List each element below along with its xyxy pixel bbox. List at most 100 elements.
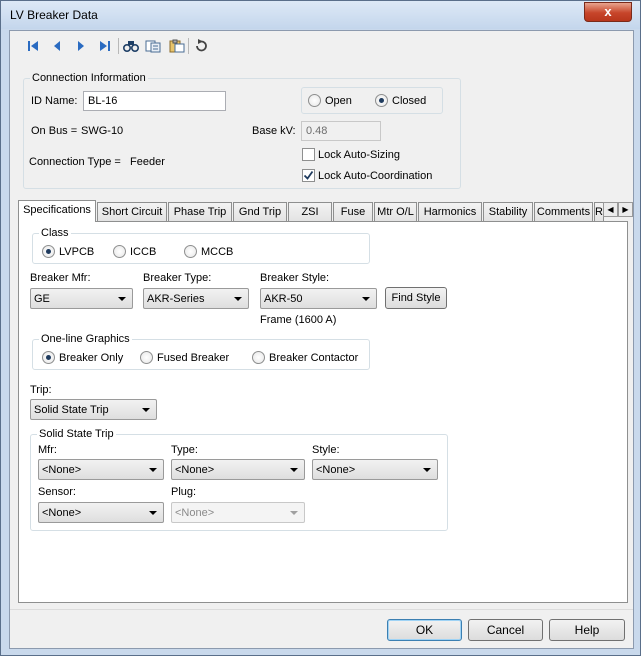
base-kv-field: 0.48 (301, 121, 381, 141)
sst-plug-select: <None> (171, 502, 305, 523)
class-iccb-radio[interactable]: ICCB (113, 245, 156, 258)
breaker-style-value: AKR-50 (264, 293, 303, 305)
find-style-button[interactable]: Find Style (385, 287, 447, 309)
radio-dot (42, 351, 55, 364)
radio-dot (42, 245, 55, 258)
sst-style-label: Style: (312, 444, 340, 456)
chevron-down-icon (423, 468, 431, 472)
last-record-icon[interactable] (96, 37, 114, 55)
state-open-label: Open (325, 94, 352, 107)
sst-style-select[interactable]: <None> (312, 459, 438, 480)
check-mark-icon (302, 169, 315, 182)
class-lvpcb-label: LVPCB (59, 245, 95, 258)
previous-record-icon[interactable] (48, 37, 66, 55)
sst-sensor-label: Sensor: (38, 486, 76, 498)
tab-gnd-trip[interactable]: Gnd Trip (233, 202, 287, 221)
state-open-radio[interactable]: Open (308, 94, 352, 107)
frame-rating: Frame (1600 A) (260, 314, 337, 326)
state-closed-radio[interactable]: Closed (375, 94, 426, 107)
chevron-down-icon (234, 297, 242, 301)
chevron-down-icon (142, 408, 150, 412)
on-bus-value: SWG-10 (81, 125, 124, 137)
tab-scroll-right-icon[interactable]: ▶ (618, 202, 633, 217)
chevron-down-icon (149, 511, 157, 515)
tab-fuse[interactable]: Fuse (333, 202, 373, 221)
sst-type-select[interactable]: <None> (171, 459, 305, 480)
sst-mfr-select[interactable]: <None> (38, 459, 164, 480)
breaker-style-label: Breaker Style: (260, 272, 330, 284)
checkbox-box (302, 148, 315, 161)
sst-sensor-select[interactable]: <None> (38, 502, 164, 523)
breaker-style-select[interactable]: AKR-50 (260, 288, 377, 309)
next-record-icon[interactable] (72, 37, 90, 55)
window-title: LV Breaker Data (10, 8, 98, 22)
breaker-only-radio[interactable]: Breaker Only (42, 351, 123, 364)
connection-type-label: Connection Type = (29, 156, 121, 168)
sst-type-label: Type: (171, 444, 198, 456)
radio-dot (308, 94, 321, 107)
class-iccb-label: ICCB (130, 245, 157, 258)
connection-type-value: Feeder (130, 156, 165, 168)
breaker-type-select[interactable]: AKR-Series (143, 288, 249, 309)
breaker-only-label: Breaker Only (59, 351, 124, 364)
class-mccb-label: MCCB (201, 245, 234, 258)
sst-plug-value: <None> (175, 507, 215, 519)
specifications-panel: Class LVPCB ICCB MCCB Breaker Mfr: GE Br… (18, 221, 628, 603)
dialog-button-bar: OK Cancel Help (10, 609, 633, 649)
sst-style-value: <None> (316, 464, 356, 476)
toolbar-separator (188, 38, 189, 54)
sst-mfr-label: Mfr: (38, 444, 57, 456)
radio-dot (184, 245, 197, 258)
tab-zsi[interactable]: ZSI (288, 202, 332, 221)
help-button[interactable]: Help (549, 619, 625, 641)
tab-phase-trip[interactable]: Phase Trip (168, 202, 232, 221)
id-name-field[interactable]: BL-16 (83, 91, 226, 111)
undo-icon[interactable] (192, 37, 210, 55)
close-button[interactable]: x (584, 2, 632, 22)
id-name-label: ID Name: (31, 95, 78, 107)
find-icon[interactable] (122, 37, 140, 55)
sst-type-value: <None> (175, 464, 215, 476)
dialog-client: Connection Information ID Name: BL-16 On… (9, 30, 634, 649)
lock-auto-coordination-label: Lock Auto-Coordination (318, 169, 433, 182)
lock-auto-sizing-label: Lock Auto-Sizing (318, 148, 400, 161)
cancel-button[interactable]: Cancel (468, 619, 543, 641)
lv-breaker-dialog: LV Breaker Data x Connection Information… (0, 0, 641, 656)
breaker-type-label: Breaker Type: (143, 272, 212, 284)
tab-specifications[interactable]: Specifications (18, 200, 96, 222)
toolbar-separator (118, 38, 119, 54)
class-lvpcb-radio[interactable]: LVPCB (42, 245, 94, 258)
paste-icon[interactable] (168, 37, 186, 55)
trip-select[interactable]: Solid State Trip (30, 399, 157, 420)
radio-dot (140, 351, 153, 364)
breaker-mfr-select[interactable]: GE (30, 288, 133, 309)
tab-stability[interactable]: Stability (483, 202, 533, 221)
tab-comments[interactable]: Comments (534, 202, 593, 221)
lock-auto-coordination-checkbox[interactable]: Lock Auto-Coordination (302, 169, 432, 182)
ok-button[interactable]: OK (387, 619, 462, 641)
sst-plug-label: Plug: (171, 486, 197, 498)
base-kv-label: Base kV: (252, 125, 296, 137)
state-closed-label: Closed (392, 94, 427, 107)
first-record-icon[interactable] (24, 37, 42, 55)
fused-breaker-label: Fused Breaker (157, 351, 230, 364)
radio-dot (113, 245, 126, 258)
radio-dot (252, 351, 265, 364)
tab-harmonics[interactable]: Harmonics (418, 202, 482, 221)
navigation-toolbar (10, 31, 633, 61)
class-mccb-radio[interactable]: MCCB (184, 245, 233, 258)
chevron-down-icon (290, 511, 298, 515)
tab-scroll-left-icon[interactable]: ◀ (603, 202, 618, 217)
title-bar: LV Breaker Data x (1, 1, 640, 29)
trip-label: Trip: (30, 384, 52, 396)
tab-short-circuit[interactable]: Short Circuit (97, 202, 167, 221)
breaker-contactor-radio[interactable]: Breaker Contactor (252, 351, 358, 364)
lock-auto-sizing-checkbox[interactable]: Lock Auto-Sizing (302, 148, 400, 161)
chevron-down-icon (118, 297, 126, 301)
group-title: One-line Graphics (39, 333, 132, 345)
tab-strip: Specifications Short Circuit Phase Trip … (18, 200, 633, 222)
tab-mtr-ol[interactable]: Mtr O/L (374, 202, 417, 221)
breaker-type-value: AKR-Series (147, 293, 205, 305)
fused-breaker-radio[interactable]: Fused Breaker (140, 351, 229, 364)
copy-icon[interactable] (144, 37, 162, 55)
